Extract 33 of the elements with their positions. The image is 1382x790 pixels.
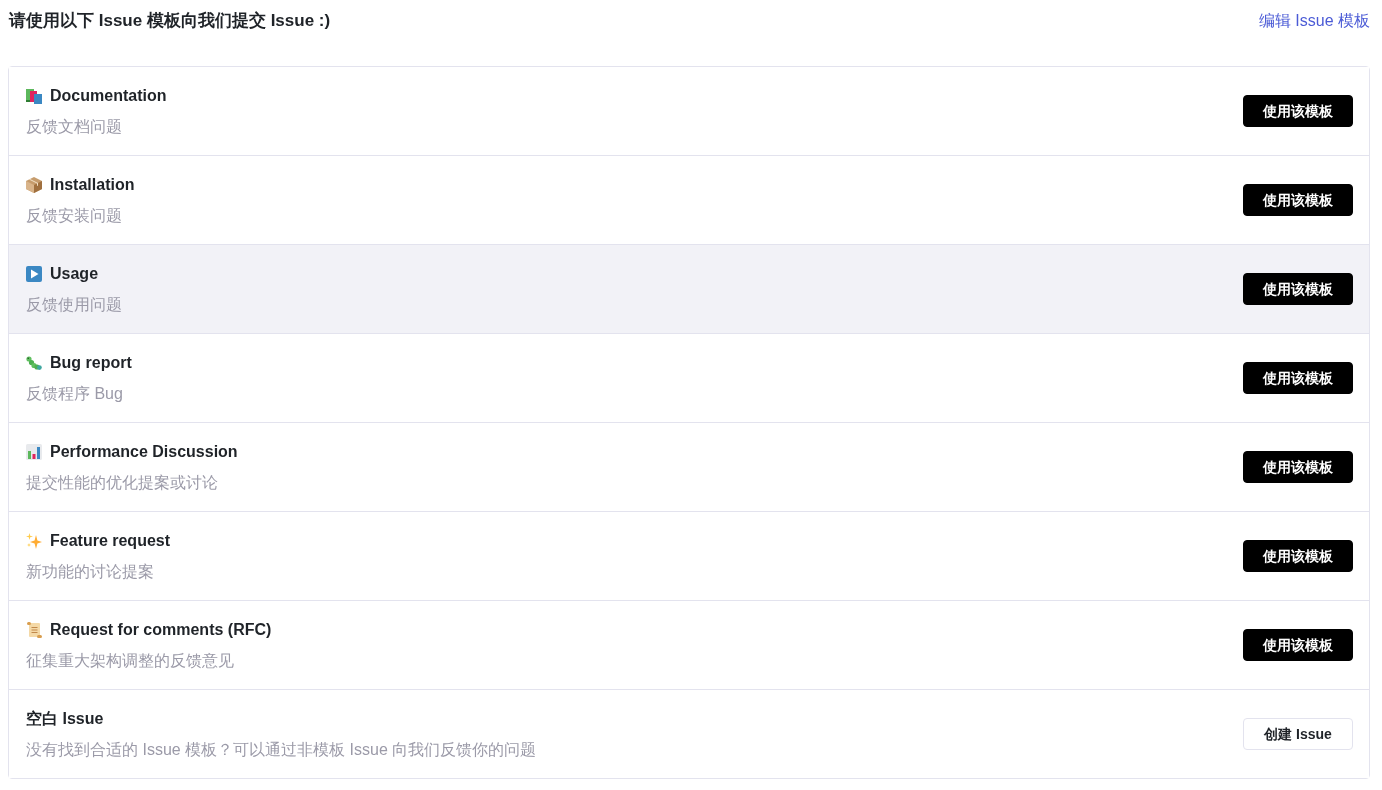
template-title: Request for comments (RFC): [50, 620, 272, 640]
template-title: 空白 Issue: [26, 709, 104, 729]
use-template-button[interactable]: 使用该模板: [1243, 451, 1353, 483]
template-title: Installation: [50, 175, 135, 195]
template-description: 没有找到合适的 Issue 模板？可以通过非模板 Issue 向我们反馈你的问题: [26, 740, 537, 760]
template-description: 反馈使用问题: [26, 295, 122, 315]
template-description: 反馈安装问题: [26, 206, 123, 226]
template-description: 新功能的讨论提案: [26, 562, 155, 582]
use-template-button[interactable]: 使用该模板: [1243, 273, 1353, 305]
sparkles-icon: [26, 533, 42, 549]
use-template-button[interactable]: 使用该模板: [1243, 362, 1353, 394]
template-description: 提交性能的优化提案或讨论: [26, 473, 219, 493]
template-title: Usage: [50, 264, 99, 284]
package-icon: [26, 177, 42, 193]
template-title: Performance Discussion: [50, 442, 238, 462]
page-title: 请使用以下 Issue 模板向我们提交 Issue :): [8, 10, 331, 32]
play-icon: [26, 266, 42, 282]
template-title: Documentation: [50, 86, 167, 106]
template-title: Bug report: [50, 353, 132, 373]
template-description: 反馈程序 Bug: [26, 384, 124, 404]
caterpillar-icon: [26, 355, 42, 371]
use-template-button[interactable]: 使用该模板: [1243, 629, 1353, 661]
template-description: 反馈文档问题: [26, 117, 123, 137]
bar-chart-icon: [26, 444, 42, 460]
edit-template-link[interactable]: 编辑 Issue 模板: [1258, 9, 1370, 33]
scroll-icon: [26, 622, 42, 638]
template-title: Feature request: [50, 531, 171, 551]
use-template-button[interactable]: 使用该模板: [1243, 540, 1353, 572]
use-template-button[interactable]: 使用该模板: [1243, 184, 1353, 216]
template-description: 征集重大架构调整的反馈意见: [26, 651, 235, 671]
books-icon: [26, 88, 42, 104]
create-issue-button[interactable]: 创建 Issue: [1243, 718, 1353, 750]
use-template-button[interactable]: 使用该模板: [1243, 95, 1353, 127]
